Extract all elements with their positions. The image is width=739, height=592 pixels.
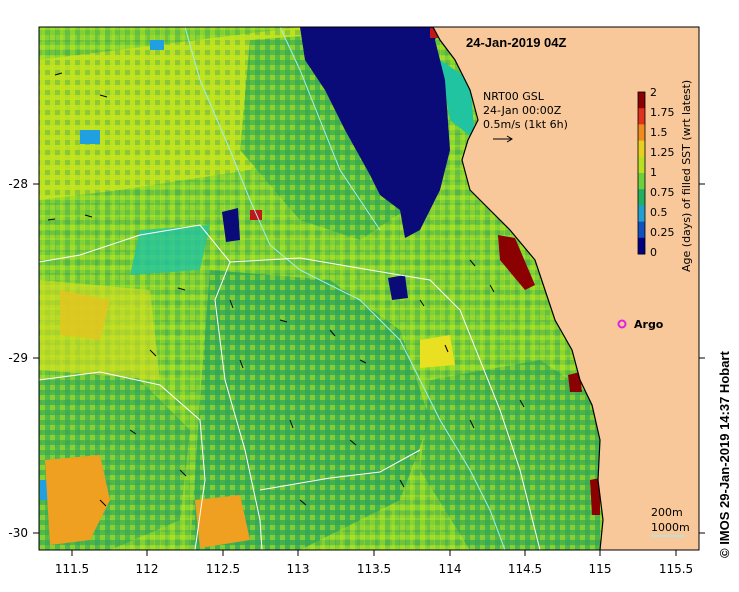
colorbar-tick-label: 1 bbox=[650, 166, 657, 179]
lat-tick-label: -30 bbox=[8, 526, 28, 540]
current-time-label: 24-Jan 00:00Z bbox=[483, 104, 562, 117]
colorbar-tick-label: 0.25 bbox=[650, 226, 675, 239]
colorbar-swatch bbox=[638, 124, 645, 142]
lon-tick-label: 111.5 bbox=[55, 562, 89, 576]
lon-tick-label: 115.5 bbox=[659, 562, 693, 576]
age-speck-blue bbox=[150, 40, 164, 50]
colorbar-swatch bbox=[638, 237, 645, 255]
colorbar-swatch bbox=[638, 108, 645, 125]
lon-axis-labels: 111.5 112 112.5 113 113.5 114 114.5 115 … bbox=[55, 562, 693, 576]
age-zone-yellow-mid bbox=[420, 335, 455, 368]
plot-area: Argo bbox=[39, 27, 699, 550]
age-speck-blue bbox=[80, 130, 100, 144]
colorbar-swatch bbox=[638, 205, 645, 223]
current-scale-label: 0.5m/s (1kt 6h) bbox=[483, 118, 568, 131]
lat-tick-label: -29 bbox=[8, 351, 28, 365]
colorbar-tick-label: 2 bbox=[650, 86, 657, 99]
contour-legend-1000m: 1000m bbox=[651, 521, 690, 534]
colorbar-swatch bbox=[638, 173, 645, 190]
map-title: 24-Jan-2019 04Z bbox=[466, 35, 567, 50]
lon-tick-label: 113 bbox=[287, 562, 310, 576]
imos-credit: © IMOS 29-Jan-2019 14:37 Hobart bbox=[717, 351, 732, 558]
lon-tick-label: 112 bbox=[136, 562, 159, 576]
lon-tick-label: 113.5 bbox=[357, 562, 391, 576]
colorbar-swatch bbox=[638, 189, 645, 206]
lon-tick-label: 114 bbox=[439, 562, 462, 576]
age-speck-red bbox=[250, 210, 262, 220]
lon-tick-label: 114.5 bbox=[508, 562, 542, 576]
colorbar-tick-label: 0.5 bbox=[650, 206, 668, 219]
colorbar-swatch bbox=[638, 92, 645, 109]
sst-age-map: Argo 111.5 112 112.5 113 113.5 114 114.5… bbox=[8, 26, 732, 576]
argo-label: Argo bbox=[634, 318, 664, 331]
lon-tick-label: 112.5 bbox=[206, 562, 240, 576]
lon-tick-label: 115 bbox=[589, 562, 612, 576]
current-source-label: NRT00 GSL bbox=[483, 90, 545, 103]
colorbar-tick-label: 1.25 bbox=[650, 146, 675, 159]
age-zone-orange-south bbox=[195, 495, 250, 548]
colorbar-tick-label: 1.75 bbox=[650, 106, 675, 119]
colorbar-tick-label: 0.75 bbox=[650, 186, 675, 199]
contour-legend-200m: 200m bbox=[651, 506, 683, 519]
lat-axis-labels: -28 -29 -30 bbox=[8, 177, 28, 540]
colorbar-swatch bbox=[638, 221, 645, 239]
colorbar-swatches bbox=[638, 92, 645, 255]
age-zone-yellow-west bbox=[40, 280, 160, 380]
colorbar-tick-label: 1.5 bbox=[650, 126, 668, 139]
colorbar-swatch bbox=[638, 156, 645, 174]
lat-tick-label: -28 bbox=[8, 177, 28, 191]
colorbar-swatch bbox=[638, 140, 645, 158]
age-zone-teal-central bbox=[130, 225, 210, 275]
colorbar-title: Age (days) of filled SST (wrt latest) bbox=[680, 80, 693, 272]
colorbar-tick-label: 0 bbox=[650, 246, 657, 259]
